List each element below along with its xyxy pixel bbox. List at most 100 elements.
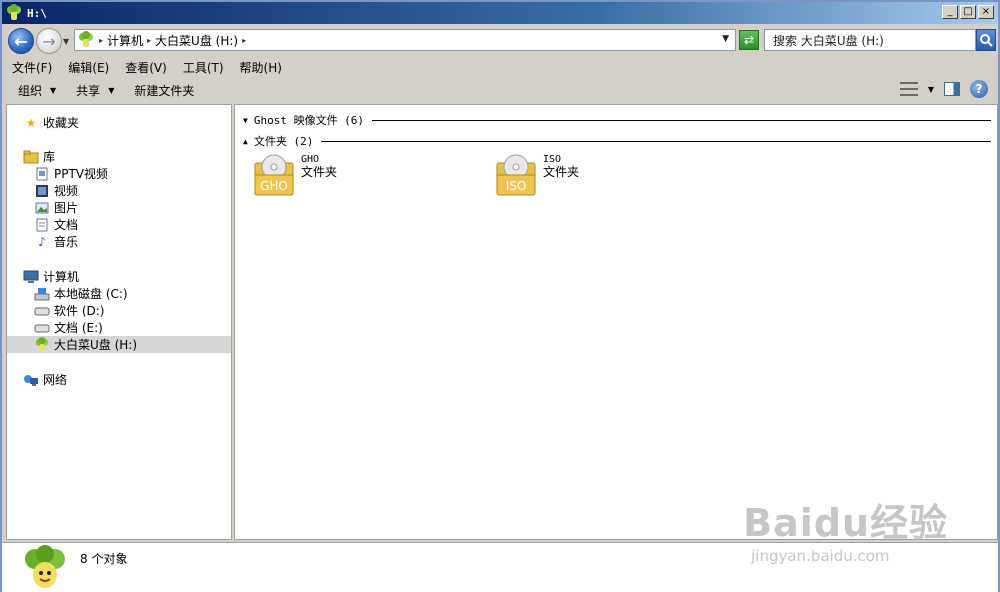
sidebar-item-library[interactable]: 库 — [23, 148, 55, 165]
new-folder-button[interactable]: 新建文件夹 — [134, 82, 194, 99]
cabbage-logo-icon — [7, 4, 21, 20]
search-input[interactable]: 搜索 大白菜U盘 (H:) — [764, 29, 976, 51]
address-dropdown-icon[interactable]: ▼ — [722, 34, 729, 44]
sidebar-item-label: 视频 — [54, 184, 79, 198]
group-label: 文件夹 (2) — [253, 135, 314, 148]
picture-icon — [34, 200, 50, 216]
close-button[interactable]: × — [978, 5, 994, 19]
recent-pages-dropdown[interactable]: ▼ — [63, 37, 73, 46]
preview-pane-icon[interactable] — [944, 82, 960, 96]
group-header-folders[interactable]: ▲ 文件夹 (2) — [243, 133, 991, 149]
sidebar-item-label: 音乐 — [54, 235, 79, 249]
chevron-up-icon[interactable]: ▲ — [243, 137, 248, 146]
document-icon — [34, 166, 50, 182]
sidebar-item-label: 网络 — [43, 373, 68, 387]
sidebar-item-drive-d[interactable]: 软件 (D:) — [34, 302, 104, 319]
menu-edit[interactable]: 编辑(E) — [68, 59, 109, 76]
group-label: Ghost 映像文件 (6) — [253, 114, 365, 127]
help-icon[interactable]: ? — [970, 80, 988, 98]
sidebar-item-label: 文档 — [54, 218, 79, 232]
film-icon — [34, 183, 50, 199]
cabbage-drive-icon — [34, 336, 50, 353]
hard-drive-icon — [34, 303, 50, 319]
menu-view[interactable]: 查看(V) — [125, 59, 167, 76]
chevron-right-icon[interactable]: ▸ — [147, 36, 151, 45]
document-icon — [34, 217, 50, 233]
forward-button[interactable]: → — [36, 28, 62, 54]
sidebar-item-pptv[interactable]: PPTV视频 — [34, 165, 108, 182]
folder-badge: ISO — [506, 179, 527, 193]
sidebar-item-computer[interactable]: 计算机 — [23, 268, 79, 285]
cabbage-mascot-icon — [25, 545, 65, 588]
system-drive-icon — [34, 286, 50, 302]
menu-bar: 文件(F) 编辑(E) 查看(V) 工具(T) 帮助(H) — [2, 58, 998, 76]
maximize-button[interactable]: □ — [960, 5, 976, 19]
title-bar[interactable]: H:\ _ □ × — [2, 2, 998, 24]
menu-help[interactable]: 帮助(H) — [240, 59, 282, 76]
computer-icon — [23, 269, 39, 285]
view-options-dropdown[interactable]: ▼ — [928, 85, 934, 94]
change-view-icon[interactable] — [899, 82, 918, 96]
sidebar-item-drive-e[interactable]: 文档 (E:) — [34, 319, 103, 336]
sidebar-item-videos[interactable]: 视频 — [34, 182, 78, 199]
sidebar-item-music[interactable]: ♪ 音乐 — [34, 233, 78, 250]
library-icon — [23, 149, 39, 165]
chevron-down-icon[interactable]: ▼ — [243, 116, 248, 125]
menu-file[interactable]: 文件(F) — [12, 59, 52, 76]
explorer-window: H:\ _ □ × ← → ▼ ▸ 计算机 ▸ 大白菜U盘 (H:) ▸ ▼ ⇄… — [0, 0, 1000, 592]
star-icon: ★ — [25, 115, 37, 130]
refresh-button[interactable]: ⇄ — [739, 30, 759, 50]
navigation-pane: ★ 收藏夹 库 PPTV视频 视频 图片 文档 ♪ 音乐 计算机 本地磁盘 (C… — [6, 104, 232, 540]
chevron-right-icon[interactable]: ▸ — [99, 36, 103, 45]
breadcrumb-computer[interactable]: 计算机 — [107, 32, 143, 49]
watermark-main: Baidu经验 — [743, 501, 948, 545]
sidebar-item-label: 本地磁盘 (C:) — [54, 287, 128, 301]
back-button[interactable]: ← — [8, 28, 34, 54]
group-divider — [321, 140, 991, 142]
music-note-icon: ♪ — [38, 234, 46, 249]
share-button[interactable]: 共享 ▼ — [76, 82, 114, 99]
search-button[interactable] — [976, 29, 996, 51]
folder-badge: GHO — [260, 179, 288, 193]
network-icon — [23, 372, 39, 388]
sidebar-item-drive-c[interactable]: 本地磁盘 (C:) — [34, 285, 128, 302]
hard-drive-icon — [34, 320, 50, 336]
sidebar-item-label: 计算机 — [43, 270, 80, 284]
sidebar-item-label: 大白菜U盘 (H:) — [54, 338, 138, 352]
share-label: 共享 — [76, 83, 101, 98]
breadcrumb-drive[interactable]: 大白菜U盘 (H:) — [155, 32, 238, 49]
watermark-sub: jingyan.baidu.com — [751, 547, 890, 565]
address-bar[interactable]: ▸ 计算机 ▸ 大白菜U盘 (H:) ▸ ▼ — [74, 29, 736, 51]
address-row: ← → ▼ ▸ 计算机 ▸ 大白菜U盘 (H:) ▸ ▼ ⇄ 搜索 大白菜U盘 … — [2, 25, 998, 57]
chevron-down-icon: ▼ — [108, 85, 115, 95]
file-list-pane: ▼ Ghost 映像文件 (6) ▲ 文件夹 (2) GHO GHO 文件夹 I… — [234, 104, 998, 540]
sidebar-item-pictures[interactable]: 图片 — [34, 199, 78, 216]
organize-button[interactable]: 组织 ▼ — [18, 82, 56, 99]
watermark: Baidu经验 jingyan.baidu.com — [743, 492, 948, 565]
sidebar-item-label: PPTV视频 — [54, 167, 109, 181]
folder-item-gho[interactable]: GHO GHO 文件夹 — [253, 153, 337, 197]
minimize-button[interactable]: _ — [942, 5, 958, 19]
organize-label: 组织 — [18, 83, 43, 98]
command-bar: 组织 ▼ 共享 ▼ 新建文件夹 ▼ ? — [2, 78, 998, 102]
sidebar-item-favorites[interactable]: ★ 收藏夹 — [23, 114, 79, 131]
sidebar-item-documents[interactable]: 文档 — [34, 216, 78, 233]
sidebar-item-drive-h[interactable]: 大白菜U盘 (H:) — [7, 336, 231, 353]
sidebar-item-label: 文档 (E:) — [54, 321, 103, 335]
folder-item-iso[interactable]: ISO ISO 文件夹 — [495, 153, 579, 197]
chevron-right-icon[interactable]: ▸ — [242, 36, 246, 45]
menu-tools[interactable]: 工具(T) — [183, 59, 224, 76]
search-icon — [980, 34, 993, 47]
chevron-down-icon: ▼ — [50, 85, 57, 95]
sidebar-item-label: 软件 (D:) — [54, 304, 105, 318]
folder-disc-icon: ISO — [496, 154, 536, 196]
group-header-ghost[interactable]: ▼ Ghost 映像文件 (6) — [243, 112, 991, 128]
window-title: H:\ — [27, 6, 47, 20]
folder-type: 文件夹 — [301, 165, 338, 179]
sidebar-item-network[interactable]: 网络 — [23, 371, 67, 388]
folder-type: 文件夹 — [543, 165, 580, 179]
drive-cabbage-icon — [79, 31, 93, 47]
group-divider — [372, 119, 991, 121]
sidebar-item-label: 库 — [43, 150, 56, 164]
sidebar-item-label: 收藏夹 — [43, 116, 80, 130]
